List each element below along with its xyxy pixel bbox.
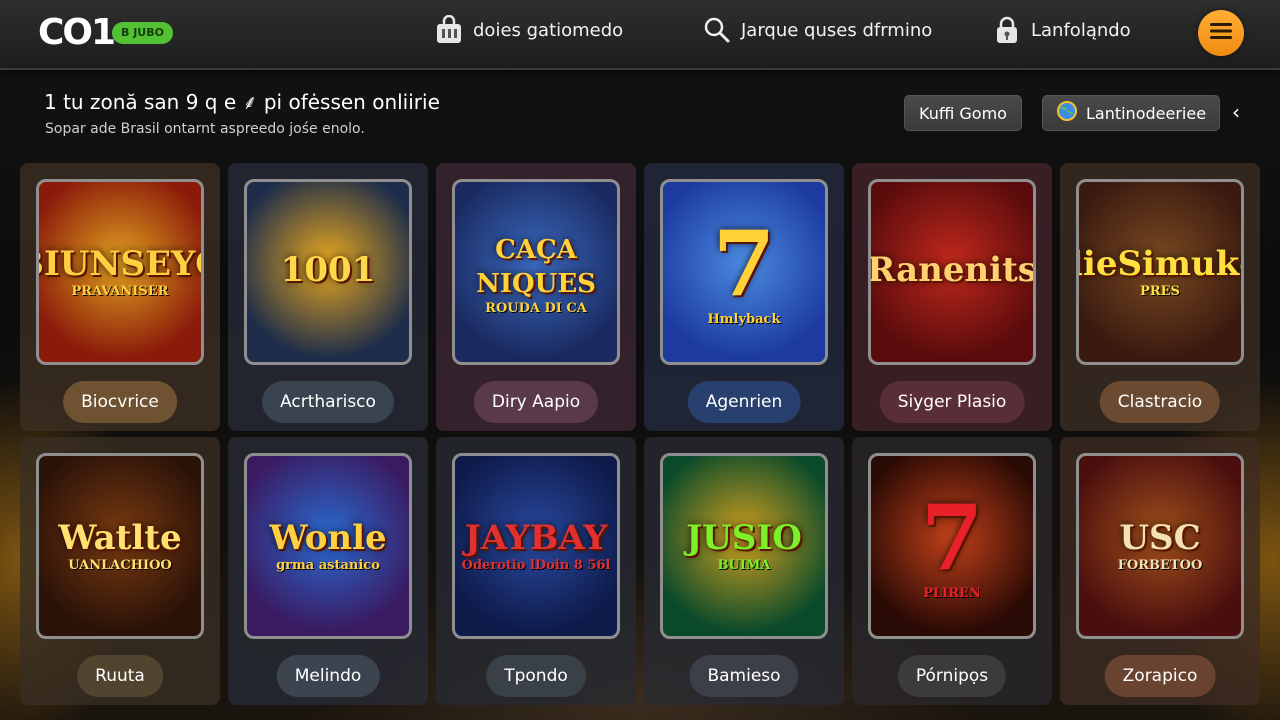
- game-label-button[interactable]: Melindo: [276, 655, 380, 697]
- game-label-button[interactable]: Siyger Plasio: [879, 381, 1025, 423]
- game-art-text: USC: [1119, 517, 1201, 558]
- game-thumbnail[interactable]: dieSimukePRES: [1076, 179, 1244, 365]
- game-art-title: 7 Hmlyback: [702, 213, 787, 332]
- primary-button-label: Kuffi Gomo: [919, 103, 1007, 123]
- game-card[interactable]: USC FORBETOO Zorapico: [1060, 437, 1260, 705]
- game-card[interactable]: Wonle grma astanico Melindo: [228, 437, 428, 705]
- game-thumbnail[interactable]: BIUNSEYOPRAVANISER: [36, 179, 204, 365]
- globe-icon: [1056, 100, 1078, 126]
- game-label-button[interactable]: Ruuta: [77, 655, 163, 697]
- secondary-button[interactable]: Lantinodeeriee: [1042, 95, 1220, 131]
- game-art-subtext: Hmlyback: [707, 311, 781, 327]
- nav-item-search[interactable]: Jarque quses dfrmino: [702, 14, 932, 46]
- game-thumbnail[interactable]: JAYBAY Oderotio lDoin 8 56l: [452, 453, 620, 639]
- game-art-text: 7: [712, 210, 776, 317]
- game-art-text: CAÇA NIQUES: [476, 234, 596, 299]
- game-label-button[interactable]: Diry Aapio: [473, 381, 599, 423]
- game-art-text: Watlte: [58, 517, 182, 558]
- game-thumbnail[interactable]: Wonle grma astanico: [244, 453, 412, 639]
- game-art-text: JUSIO: [686, 517, 802, 558]
- game-art-subtext: PRAVANISER: [71, 283, 169, 299]
- game-art-subtext: Oderotio lDoin 8 56l: [461, 557, 611, 573]
- game-label-button[interactable]: Zorapico: [1104, 655, 1216, 697]
- game-art-subtext: BUIMA: [717, 557, 771, 573]
- game-card[interactable]: JAYBAY Oderotio lDoin 8 56l Tpondo: [436, 437, 636, 705]
- game-art-text: JAYBAY: [464, 517, 608, 558]
- shopping-bag-icon: [434, 15, 464, 45]
- nav-item-login[interactable]: Lanfoląndo: [992, 14, 1131, 46]
- primary-button[interactable]: Kuffi Gomo: [904, 95, 1022, 131]
- game-art-subtext: PRES: [1140, 283, 1180, 299]
- game-thumbnail[interactable]: CAÇA NIQUES ROUDA DI CA: [452, 179, 620, 365]
- game-art-title: Wonle grma astanico: [263, 515, 392, 578]
- game-art-title: 1001: [275, 247, 382, 297]
- game-art-title: BIUNSEYOPRAVANISER: [39, 241, 201, 304]
- game-art-subtext: grma astanico: [276, 557, 380, 573]
- game-art-text: Wonle: [269, 517, 387, 558]
- game-art-subtext: PLIREN: [923, 585, 981, 601]
- game-card[interactable]: Watlte UANLACHIOO Ruuta: [20, 437, 220, 705]
- search-icon: [702, 15, 732, 45]
- game-art-title: USC FORBETOO: [1112, 515, 1209, 578]
- game-thumbnail[interactable]: 1001: [244, 179, 412, 365]
- game-label-button[interactable]: Agenrien: [687, 381, 801, 423]
- game-art-title: Watlte UANLACHIOO: [52, 515, 187, 578]
- secondary-button-label: Lantinodeeriee: [1085, 103, 1207, 123]
- lock-icon: [992, 15, 1022, 45]
- game-art-text: Ranenits: [868, 250, 1036, 290]
- game-art-subtext: FORBETOO: [1117, 557, 1203, 573]
- page-subtitle: Sopar ade Brasil ontarnt aspreedo jośe e…: [45, 121, 365, 137]
- game-card[interactable]: 1001 Acrtharisco: [228, 163, 428, 431]
- nav-label: Jarque quses dfrmino: [741, 19, 933, 41]
- game-thumbnail[interactable]: Watlte UANLACHIOO: [36, 453, 204, 639]
- game-card[interactable]: JUSIO BUIMA Bamieso: [644, 437, 844, 705]
- logo-badge: B JUBO: [112, 22, 173, 44]
- top-bar: CO1 B JUBO doies gatiomedo Jarque quses …: [0, 0, 1280, 70]
- game-art-text: BIUNSEYO: [39, 243, 201, 284]
- game-label-button[interactable]: Acrtharisco: [262, 381, 394, 423]
- game-label-button[interactable]: Pórnipọs: [897, 655, 1007, 697]
- game-card[interactable]: BIUNSEYOPRAVANISER Biocvrice: [20, 163, 220, 431]
- game-card[interactable]: 7 Hmlyback Agenrien: [644, 163, 844, 431]
- game-art-subtext: UANLACHIOO: [68, 557, 172, 573]
- game-card[interactable]: CAÇA NIQUES ROUDA DI CA Diry Aapio: [436, 163, 636, 431]
- game-thumbnail[interactable]: 7 Hmlyback: [660, 179, 828, 365]
- page-title: 1 tu zonă san 9 q e ⸙ pi ofėssen onliiri…: [44, 90, 440, 114]
- game-art-title: JAYBAY Oderotio lDoin 8 56l: [456, 515, 617, 578]
- game-art-title: 7 PLIREN: [915, 487, 990, 606]
- game-thumbnail[interactable]: Ranenits: [868, 179, 1036, 365]
- nav-label: doies gatiomedo: [473, 19, 624, 41]
- game-card[interactable]: Ranenits Siyger Plasio: [852, 163, 1052, 431]
- game-art-title: dieSimukePRES: [1079, 241, 1241, 304]
- game-thumbnail[interactable]: JUSIO BUIMA: [660, 453, 828, 639]
- game-art-text: 7: [920, 484, 984, 591]
- game-label-button[interactable]: Tpondo: [486, 655, 586, 697]
- game-thumbnail[interactable]: 7 PLIREN: [868, 453, 1036, 639]
- site-logo[interactable]: CO1: [38, 12, 116, 53]
- game-art-title: CAÇA NIQUES ROUDA DI CA: [455, 224, 617, 321]
- nav-label: Lanfoląndo: [1031, 19, 1131, 41]
- game-card[interactable]: 7 PLIREN Pórnipọs: [852, 437, 1052, 705]
- game-art-title: JUSIO BUIMA: [680, 515, 808, 578]
- game-label-button[interactable]: Clastracio: [1099, 381, 1221, 423]
- menu-button[interactable]: [1198, 10, 1244, 56]
- chevron-left-icon[interactable]: ‹: [1232, 100, 1240, 124]
- game-thumbnail[interactable]: USC FORBETOO: [1076, 453, 1244, 639]
- game-label-button[interactable]: Bamieso: [689, 655, 799, 697]
- hamburger-menu-icon: [1210, 22, 1232, 44]
- game-art-title: Ranenits: [868, 247, 1036, 297]
- game-art-subtext: ROUDA DI CA: [485, 300, 587, 316]
- game-art-text: dieSimuke: [1079, 243, 1241, 284]
- nav-item-promotions[interactable]: doies gatiomedo: [434, 14, 623, 46]
- game-card[interactable]: dieSimukePRES Clastracio: [1060, 163, 1260, 431]
- game-label-button[interactable]: Biocvrice: [63, 381, 177, 423]
- game-art-text: 1001: [280, 250, 376, 290]
